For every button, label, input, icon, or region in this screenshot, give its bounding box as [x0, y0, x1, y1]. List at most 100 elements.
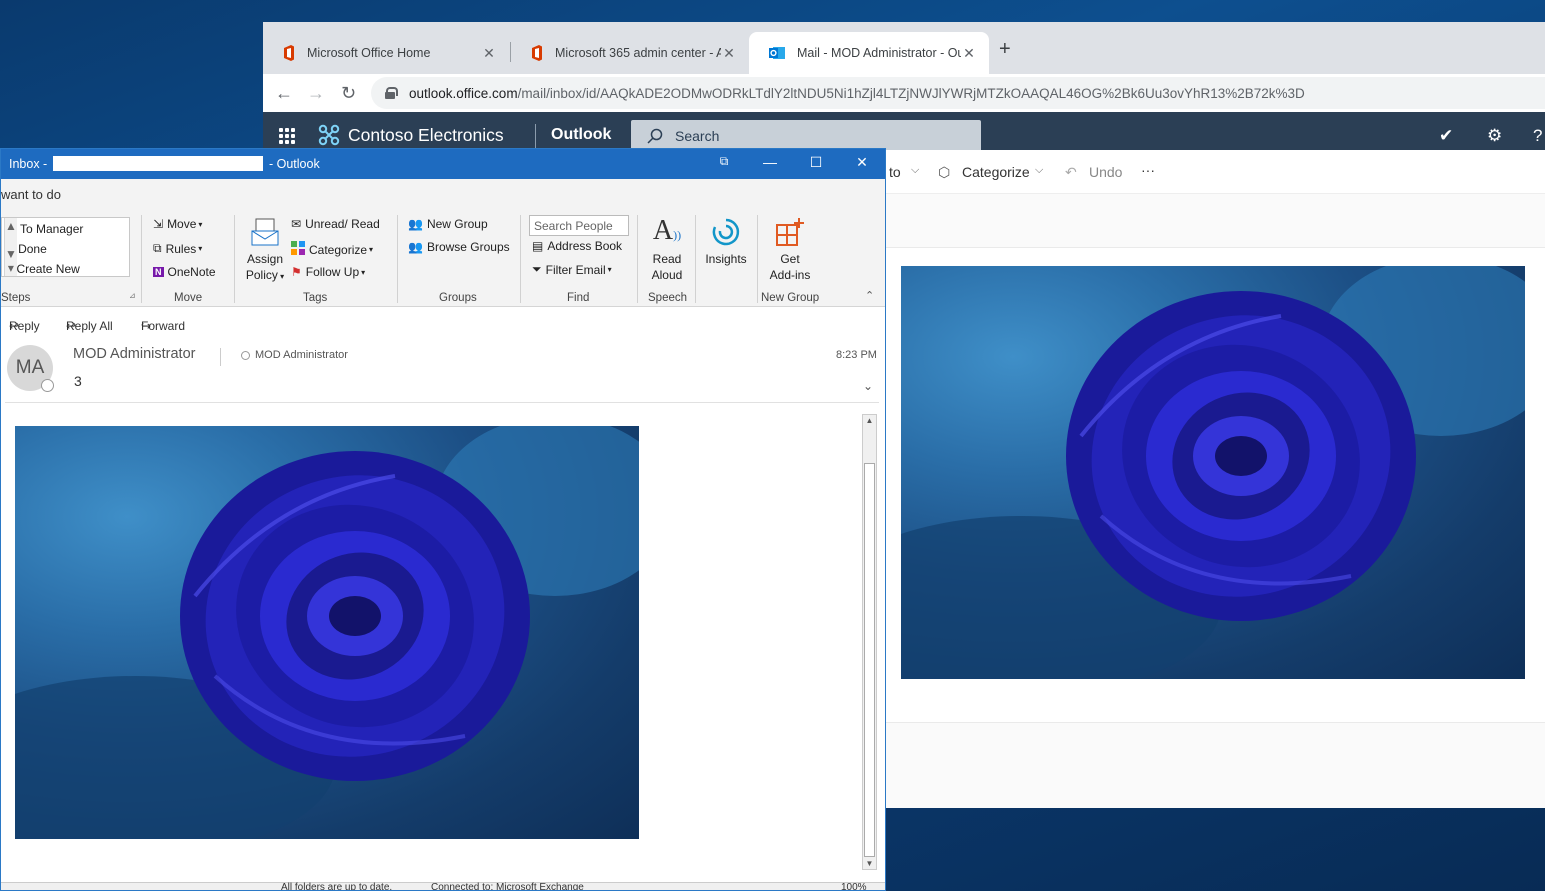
- divider: [234, 215, 235, 303]
- tell-me-box[interactable]: want to do: [1, 179, 885, 209]
- forward-icon[interactable]: →: [307, 83, 325, 104]
- maximize-icon[interactable]: ☐: [807, 154, 825, 171]
- url-input[interactable]: outlook.office.com/mail/inbox/id/AAQkADE…: [371, 77, 1545, 109]
- unread-read-button[interactable]: ✉ Unread/ Read: [291, 217, 380, 231]
- follow-up-button[interactable]: ⚑ Follow Up ▾: [291, 265, 365, 279]
- search-people-input[interactable]: Search People: [529, 215, 629, 236]
- insights-button[interactable]: Insights: [701, 217, 751, 267]
- minimize-icon[interactable]: —: [761, 154, 779, 170]
- divider: [141, 215, 142, 303]
- office-icon: [284, 45, 294, 61]
- app-launcher-icon[interactable]: [279, 128, 295, 144]
- reply-all-label: Reply All: [66, 319, 113, 333]
- gear-icon[interactable]: ⚙: [1487, 126, 1502, 146]
- dropdown-icon: ▾: [198, 244, 203, 253]
- browse-groups-button[interactable]: 👥 Browse Groups: [408, 240, 510, 254]
- tab-outlook-mail[interactable]: Mail - MOD Administrator - Outl ✕: [749, 32, 989, 74]
- onenote-icon: N: [153, 267, 164, 277]
- address-book-button[interactable]: ▤ Address Book: [532, 239, 622, 253]
- lock-icon: [385, 87, 398, 99]
- ribbon-display-icon[interactable]: ⧉: [715, 154, 733, 169]
- move-to-button[interactable]: to: [889, 164, 901, 180]
- quick-step-item[interactable]: Create New: [16, 262, 79, 276]
- move-icon: ⇲: [153, 217, 164, 231]
- add-ins-icon: [776, 218, 804, 246]
- scroll-thumb[interactable]: [864, 463, 875, 857]
- dropdown-icon: ▾: [277, 272, 285, 281]
- dropdown-icon: ▾: [607, 265, 612, 274]
- recipient[interactable]: MOD Administrator: [241, 349, 348, 361]
- close-icon[interactable]: ✕: [481, 45, 497, 62]
- message-scrollbar[interactable]: ▲ ▼: [862, 414, 877, 870]
- filter-email-button[interactable]: ⏷ Filter Email ▾: [532, 262, 612, 277]
- title-bar: Inbox - - Outlook ⧉ — ☐ ✕: [1, 149, 885, 179]
- outlook-desktop-window: Inbox - - Outlook ⧉ — ☐ ✕ want to do →To…: [0, 148, 886, 891]
- assign-policy-button[interactable]: Assign Policy ▾: [243, 217, 287, 285]
- rules-button[interactable]: ⧉ Rules ▾: [153, 241, 202, 256]
- sender-name[interactable]: MOD Administrator: [73, 346, 195, 362]
- categorize-button[interactable]: Categorize: [962, 164, 1030, 180]
- group-label-new-group: New Group: [761, 292, 820, 304]
- app-name[interactable]: Outlook: [551, 126, 611, 144]
- blue-rose-image: [901, 266, 1525, 679]
- help-icon[interactable]: ?: [1533, 126, 1542, 146]
- chevron-down-icon[interactable]: ⌄: [863, 379, 873, 393]
- quick-steps-gallery[interactable]: →To Manager ✓Done ⚡Create New ▲▼▾: [1, 217, 130, 277]
- group-label-move: Move: [174, 292, 203, 304]
- message-time: 8:23 PM: [836, 349, 877, 361]
- people-icon: 👥: [408, 240, 423, 254]
- tag-icon: ⬡: [938, 164, 951, 180]
- org-brand: Contoso Electronics: [318, 124, 504, 146]
- unread-read-label: Unread/ Read: [305, 217, 380, 231]
- zoom-level[interactable]: 100%: [841, 882, 867, 890]
- search-placeholder: Search: [675, 128, 720, 144]
- status-bar: All folders are up to date. Connected to…: [1, 882, 885, 890]
- follow-up-label: Follow Up: [305, 265, 360, 279]
- undo-button[interactable]: Undo: [1089, 164, 1122, 180]
- new-tab-icon[interactable]: +: [999, 38, 1011, 61]
- filter-email-label: Filter Email: [545, 262, 606, 277]
- redacted-account: [53, 156, 263, 171]
- chevron-down-icon: ⌵: [911, 164, 920, 176]
- onenote-label: OneNote: [167, 265, 216, 279]
- back-icon[interactable]: ←: [275, 83, 293, 104]
- get-label: Get: [780, 252, 800, 266]
- reload-icon[interactable]: ↻: [341, 83, 356, 104]
- close-icon[interactable]: ✕: [961, 45, 977, 62]
- title-prefix: Inbox -: [9, 157, 48, 171]
- move-button[interactable]: ⇲ Move ▾: [153, 217, 202, 231]
- tab-admin-center[interactable]: Microsoft 365 admin center - Act ✕: [511, 32, 749, 74]
- quick-step-item[interactable]: Done: [18, 242, 47, 256]
- quick-step-item[interactable]: To Manager: [20, 222, 83, 236]
- dropdown-icon: ▾: [369, 245, 374, 254]
- tab-office-home[interactable]: Microsoft Office Home ✕: [263, 32, 509, 74]
- flag-icon: ⚑: [291, 265, 302, 279]
- read-aloud-icon: A)): [652, 215, 682, 246]
- my-day-icon[interactable]: ✔: [1439, 126, 1453, 146]
- collapse-ribbon-icon[interactable]: ⌃: [865, 289, 874, 302]
- policy-label: Policy: [245, 268, 278, 282]
- onenote-button[interactable]: N OneNote: [153, 265, 216, 279]
- tab-strip: Microsoft Office Home ✕ Microsoft 365 ad…: [263, 22, 1545, 74]
- scroll-down-icon[interactable]: ▼: [863, 859, 876, 868]
- undo-icon: ↶: [1065, 164, 1077, 180]
- divider: [695, 215, 696, 303]
- insights-icon: [712, 218, 740, 246]
- tab-label: Microsoft Office Home: [307, 46, 431, 60]
- divider: [637, 215, 638, 303]
- close-icon[interactable]: ✕: [721, 45, 737, 62]
- scroll-up-icon[interactable]: ▲: [863, 416, 876, 425]
- read-aloud-button[interactable]: A)) Read Aloud: [646, 215, 688, 283]
- group-label-steps: Steps: [1, 292, 31, 304]
- more-actions-button[interactable]: ···: [1141, 162, 1155, 178]
- header-divider: [5, 402, 879, 403]
- divider: [520, 215, 521, 303]
- close-icon[interactable]: ✕: [853, 154, 871, 171]
- get-add-ins-button[interactable]: Get Add-ins: [763, 217, 817, 283]
- new-group-button[interactable]: 👥 New Group: [408, 217, 488, 231]
- divider: [757, 215, 758, 303]
- categorize-button[interactable]: Categorize ▾: [291, 241, 373, 258]
- gallery-scrollbar[interactable]: ▲ ▼ ▾: [4, 218, 17, 276]
- dialog-launcher-icon[interactable]: ⊿: [129, 291, 136, 300]
- brand-name: Contoso Electronics: [348, 124, 504, 145]
